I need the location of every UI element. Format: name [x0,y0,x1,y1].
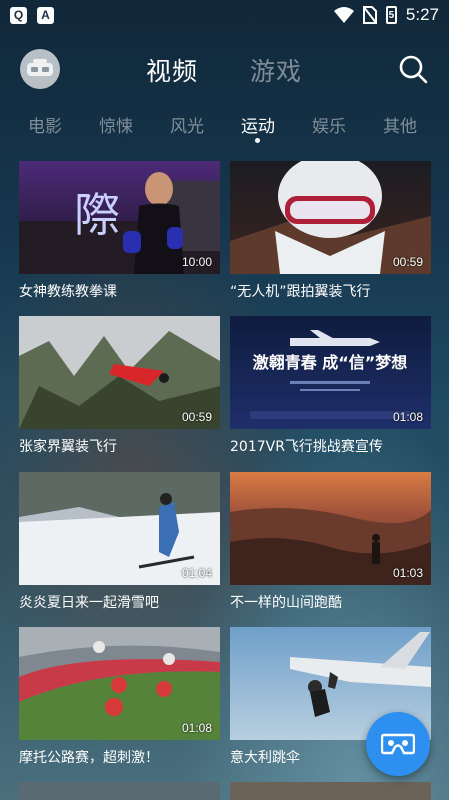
battery-icon: 5 [385,6,397,24]
video-duration: 01:04 [181,566,212,580]
category-other[interactable]: 其他 [370,112,430,137]
vr-headset-icon [381,733,415,755]
video-thumbnail: 00:59 [19,316,220,429]
notification-a-icon: A [37,6,54,24]
video-duration: 00:59 [181,410,212,424]
video-title: 2017VR飞行挑战赛宣传 [230,439,383,455]
video-card[interactable]: 激翱青春 成“信”梦想 01:08 2017VR飞行挑战赛宣传 [230,316,431,456]
video-card[interactable]: 01:04 炎炎夏日来一起滑雪吧 [19,472,220,612]
gym-sign-graphic: 際 [74,188,120,242]
battery-level: 5 [388,9,395,21]
video-thumbnail: 際 10:00 [19,161,220,274]
status-time: 5:27 [405,5,439,24]
video-title: “无人机”跟拍翼装飞行 [230,284,371,300]
vr-poster-title: 激翱青春 成“信”梦想 [253,353,408,372]
category-movie[interactable]: 电影 [15,112,75,137]
vr-mode-button[interactable] [366,712,430,776]
avatar[interactable] [20,49,60,89]
vr-avatar-icon [27,59,53,76]
gym-sign-text: 際 [74,188,120,242]
video-duration: 01:08 [392,410,423,424]
video-card[interactable]: 01:08 摩托公路赛，超刺激！ [19,627,220,767]
video-duration: 01:08 [181,721,212,735]
no-sim-icon [362,6,377,24]
category-bar: 电影 惊悚 风光 运动 娱乐 其他 [0,112,449,146]
video-title: 不一样的山间跑酷 [230,595,342,611]
video-card[interactable]: 際 10:00 女神教练教拳课 [19,161,220,301]
video-title: 炎炎夏日来一起滑雪吧 [19,595,159,611]
video-title: 张家界翼装飞行 [19,439,117,455]
wifi-icon [333,7,354,23]
header: 视频 游戏 [0,38,449,98]
search-icon[interactable] [398,54,428,84]
video-thumbnail: 01:04 [19,472,220,585]
video-thumbnail: 激翱青春 成“信”梦想 01:08 [230,316,431,429]
video-thumbnail: 00:59 [230,161,431,274]
video-thumbnail: 01:03 [230,472,431,585]
video-card[interactable]: 00:59 张家界翼装飞行 [19,316,220,456]
video-title: 摩托公路赛，超刺激！ [19,750,159,766]
video-title: 女神教练教拳课 [19,284,117,300]
video-card[interactable]: 00:59 “无人机”跟拍翼装飞行 [230,161,431,301]
video-thumbnail-partial[interactable] [230,782,431,800]
category-thriller[interactable]: 惊悚 [86,112,146,137]
category-active-indicator [228,112,288,146]
status-bar: Q A 5 5:27 [0,0,449,30]
video-duration: 10:00 [181,255,212,269]
video-thumbnail-partial[interactable] [19,782,220,800]
video-thumbnail: 01:08 [19,627,220,740]
category-scenery[interactable]: 风光 [157,112,217,137]
notification-app-icon: Q [10,6,27,24]
vr-poster-title-graphic: 激翱青春 成“信”梦想 [253,353,408,372]
category-entertainment[interactable]: 娱乐 [299,112,359,137]
video-duration: 01:03 [392,566,423,580]
video-duration: 00:59 [392,255,423,269]
tab-game[interactable]: 游戏 [250,52,302,88]
video-card[interactable]: 01:03 不一样的山间跑酷 [230,472,431,612]
tab-video[interactable]: 视频 [146,52,198,88]
